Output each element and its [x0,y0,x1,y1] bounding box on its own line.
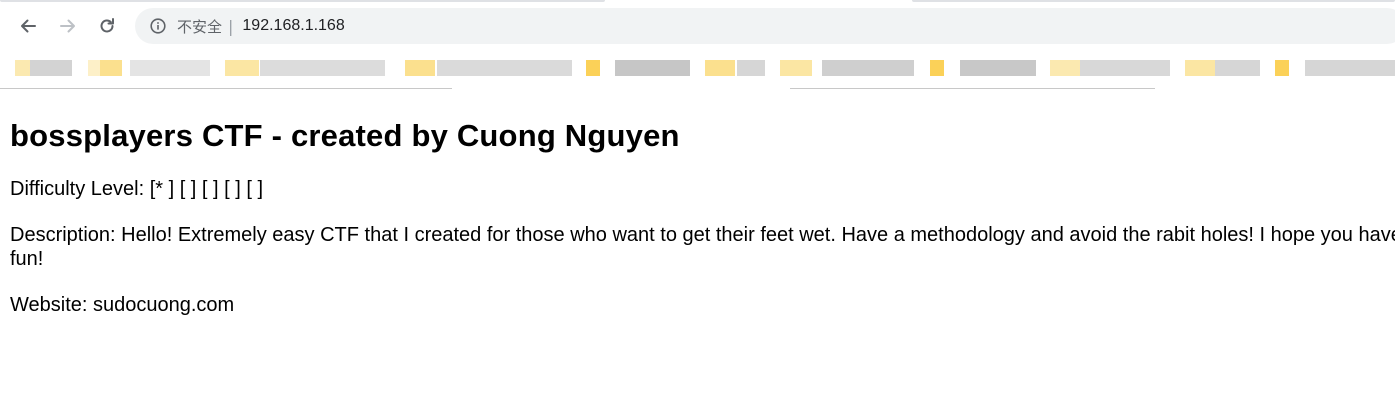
info-icon[interactable] [149,17,167,35]
url-text[interactable]: 192.168.1.168 [242,17,344,35]
back-button[interactable] [10,8,46,44]
reload-button[interactable] [89,8,125,44]
bookmark-item[interactable] [1080,60,1170,76]
toolbar: 不安全 | 192.168.1.168 [0,6,1395,46]
browser-chrome: 不安全 | 192.168.1.168 [0,0,1395,90]
bookmark-folder-icon[interactable] [100,60,122,76]
tab-edge [912,0,1395,2]
forward-arrow-icon [60,19,75,33]
bookmark-folder-icon[interactable] [780,60,812,76]
bookmark-item[interactable] [260,60,385,76]
page-content: bossplayers CTF - created by Cuong Nguye… [10,90,1395,317]
bookmark-item[interactable] [960,60,1036,76]
bookmark-item[interactable] [737,60,765,76]
bookmark-folder-icon[interactable] [15,60,30,76]
website-text: Website: sudocuong.com [10,294,235,316]
toolbar-divider [0,88,452,89]
bookmark-item[interactable] [822,60,914,76]
bookmark-item[interactable] [437,60,572,76]
bookmark-folder-icon[interactable] [1275,60,1289,76]
reload-icon [100,18,114,33]
bookmark-folder-icon[interactable] [930,60,944,76]
back-arrow-icon [21,19,36,33]
omnibox-separator: | [228,16,234,36]
bookmark-folder-icon[interactable] [88,60,100,76]
bookmark-folder-icon[interactable] [405,60,435,76]
forward-button[interactable] [50,8,86,44]
security-status-label[interactable]: 不安全 [177,16,222,37]
bookmark-item[interactable] [1215,60,1260,76]
toolbar-divider [790,88,1155,89]
page-title: bossplayers CTF - created by Cuong Nguye… [10,118,680,153]
bookmark-item[interactable] [615,60,690,76]
address-bar[interactable]: 不安全 | 192.168.1.168 [135,8,1395,44]
bookmark-item[interactable] [1305,60,1395,76]
bookmark-folder-icon[interactable] [1050,60,1080,76]
bookmark-folder-icon[interactable] [705,60,735,76]
bookmarks-bar [0,58,1395,78]
tab-strip-edge [0,0,1395,3]
tab-edge [0,0,605,2]
bookmark-item[interactable] [130,60,210,76]
bookmark-folder-icon[interactable] [225,60,259,76]
bookmark-folder-icon[interactable] [586,60,600,76]
difficulty-level: Difficulty Level: [* ] [ ] [ ] [ ] [ ] [10,178,264,200]
bookmark-item[interactable] [30,60,72,76]
bookmark-folder-icon[interactable] [1185,60,1215,76]
description-text: Description: Hello! Extremely easy CTF t… [10,224,1395,270]
